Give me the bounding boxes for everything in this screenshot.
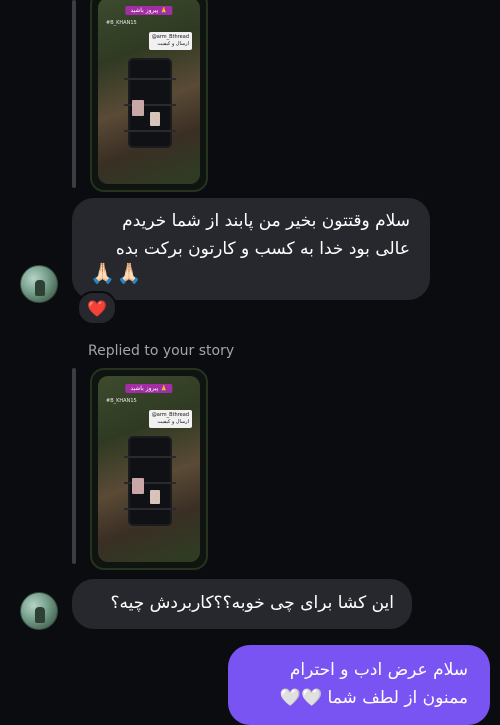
story-preview-1[interactable]: پیروز باشید 🙏 #B_KHAN15 @arm_Bthread ارس…	[90, 0, 208, 192]
story-image: پیروز باشید 🙏 #B_KHAN15 @arm_Bthread ارس…	[98, 376, 200, 562]
story-card: @arm_Bthread ارسال و کیفیت	[148, 32, 192, 50]
story-banner: پیروز باشید 🙏	[125, 384, 173, 393]
message-line-1: سلام وقتتون بخیر من پابند از شما خریدم	[122, 211, 410, 231]
received-message-1[interactable]: سلام وقتتون بخیر من پابند از شما خریدم ع…	[72, 198, 430, 300]
story-card: @arm_Bthread ارسال و کیفیت	[148, 410, 192, 428]
sent-message[interactable]: سلام عرض ادب و احترام ممنون از لطف شما 🤍…	[228, 645, 490, 725]
sender-avatar[interactable]	[20, 592, 58, 630]
heart-reaction[interactable]: ❤️	[77, 291, 117, 325]
story-image: پیروز باشید 🙏 #B_KHAN15 @arm_Bthread ارس…	[98, 0, 200, 184]
message-text: این کشا برای چی خوبه؟؟کاربردش چیه؟	[110, 593, 394, 613]
reply-indicator-line	[72, 368, 76, 564]
sent-message-line-1: سلام عرض ادب و احترام	[289, 660, 468, 680]
message-line-2: عالی بود خدا به کسب و کارتون برکت بده	[115, 239, 410, 259]
replied-to-story-label: Replied to your story	[88, 343, 235, 359]
story-card-caption: ارسال و کیفیت	[157, 419, 189, 425]
heart-icon: ❤️	[87, 298, 107, 318]
reply-indicator-line	[72, 0, 76, 188]
message-emoji: 🙏🏻🙏🏻	[90, 261, 144, 285]
story-preview-2[interactable]: پیروز باشید 🙏 #B_KHAN15 @arm_Bthread ارس…	[90, 368, 208, 570]
story-card-caption: ارسال و کیفیت	[157, 41, 189, 47]
product-object	[124, 60, 176, 146]
sent-message-line-2: ممنون از لطف شما 🤍🤍	[279, 688, 468, 708]
received-message-2[interactable]: این کشا برای چی خوبه؟؟کاربردش چیه؟	[72, 579, 412, 629]
story-tag: #B_KHAN15	[106, 398, 137, 404]
story-banner: پیروز باشید 🙏	[125, 6, 173, 15]
sender-avatar[interactable]	[20, 265, 58, 303]
story-card-handle: @arm_Bthread	[151, 34, 189, 40]
product-object	[124, 438, 176, 524]
story-card-handle: @arm_Bthread	[151, 412, 189, 418]
story-tag: #B_KHAN15	[106, 20, 137, 26]
